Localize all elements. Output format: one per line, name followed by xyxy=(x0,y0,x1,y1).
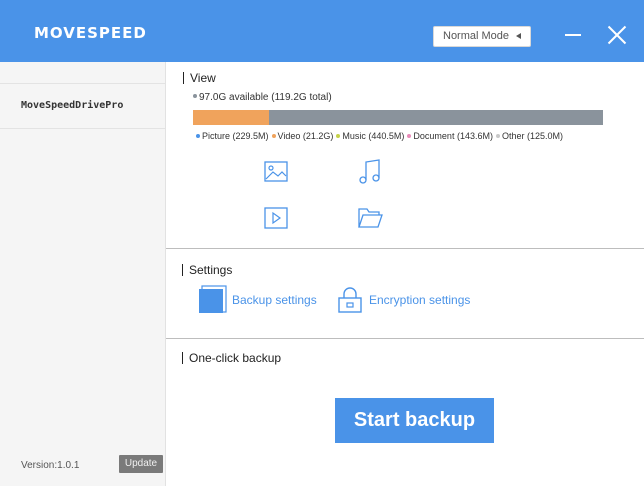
storage-available-text: 97.0G available (119.2G total) xyxy=(199,92,332,103)
bullet-icon xyxy=(193,94,197,99)
folder-icon[interactable] xyxy=(355,203,385,233)
start-backup-button[interactable]: Start backup xyxy=(335,398,494,443)
legend-label: Document (143.6M) xyxy=(413,131,493,141)
legend-item: Document (143.6M) xyxy=(407,131,493,141)
storage-available: 97.0G available (119.2G total) xyxy=(193,92,332,103)
update-button[interactable]: Update xyxy=(119,455,163,473)
section-divider xyxy=(166,248,644,249)
music-icon[interactable] xyxy=(355,157,385,187)
minimize-button[interactable] xyxy=(562,28,586,42)
legend-item: Other (125.0M) xyxy=(495,131,563,141)
legend-item: Video (21.2G) xyxy=(271,131,334,141)
sidebar-item-device[interactable]: MoveSpeedDrivePro xyxy=(0,83,165,129)
storage-legend: Picture (229.5M) Video (21.2G) Music (440.… xyxy=(196,131,566,141)
encryption-settings-label: Encryption settings xyxy=(369,293,471,307)
legend-dot-icon xyxy=(196,133,200,138)
storage-bar-used xyxy=(193,110,269,125)
version-label: Version:1.0.1 xyxy=(21,460,80,471)
legend-dot-icon xyxy=(407,133,412,138)
title-bar: MOVESPEED Normal Mode xyxy=(0,0,644,62)
section-divider xyxy=(166,338,644,339)
app-brand: MOVESPEED xyxy=(34,24,147,42)
lock-icon xyxy=(338,287,362,313)
legend-label: Music (440.5M) xyxy=(342,131,405,141)
mode-select-value: Normal Mode xyxy=(443,30,510,42)
chevron-left-icon xyxy=(516,33,521,39)
legend-label: Video (21.2G) xyxy=(277,131,334,141)
legend-item: Picture (229.5M) xyxy=(196,131,269,141)
backup-settings-label: Backup settings xyxy=(232,293,317,307)
storage-bar xyxy=(193,110,603,125)
picture-icon[interactable] xyxy=(261,157,291,187)
mode-select[interactable]: Normal Mode xyxy=(433,26,531,47)
backup-icon xyxy=(199,285,227,313)
legend-dot-icon xyxy=(336,133,341,138)
legend-label: Other (125.0M) xyxy=(501,131,563,141)
close-button[interactable] xyxy=(606,24,628,46)
legend-dot-icon xyxy=(271,133,276,138)
oneclick-section-title: One-click backup xyxy=(182,352,281,364)
settings-section-title: Settings xyxy=(182,264,232,276)
legend-item: Music (440.5M) xyxy=(336,131,404,141)
sidebar: MoveSpeedDrivePro Version:1.0.1 Update xyxy=(0,62,166,486)
legend-dot-icon xyxy=(495,133,500,138)
legend-label: Picture (229.5M) xyxy=(202,131,269,141)
video-icon[interactable] xyxy=(261,203,291,233)
view-section-title: View xyxy=(183,72,216,84)
